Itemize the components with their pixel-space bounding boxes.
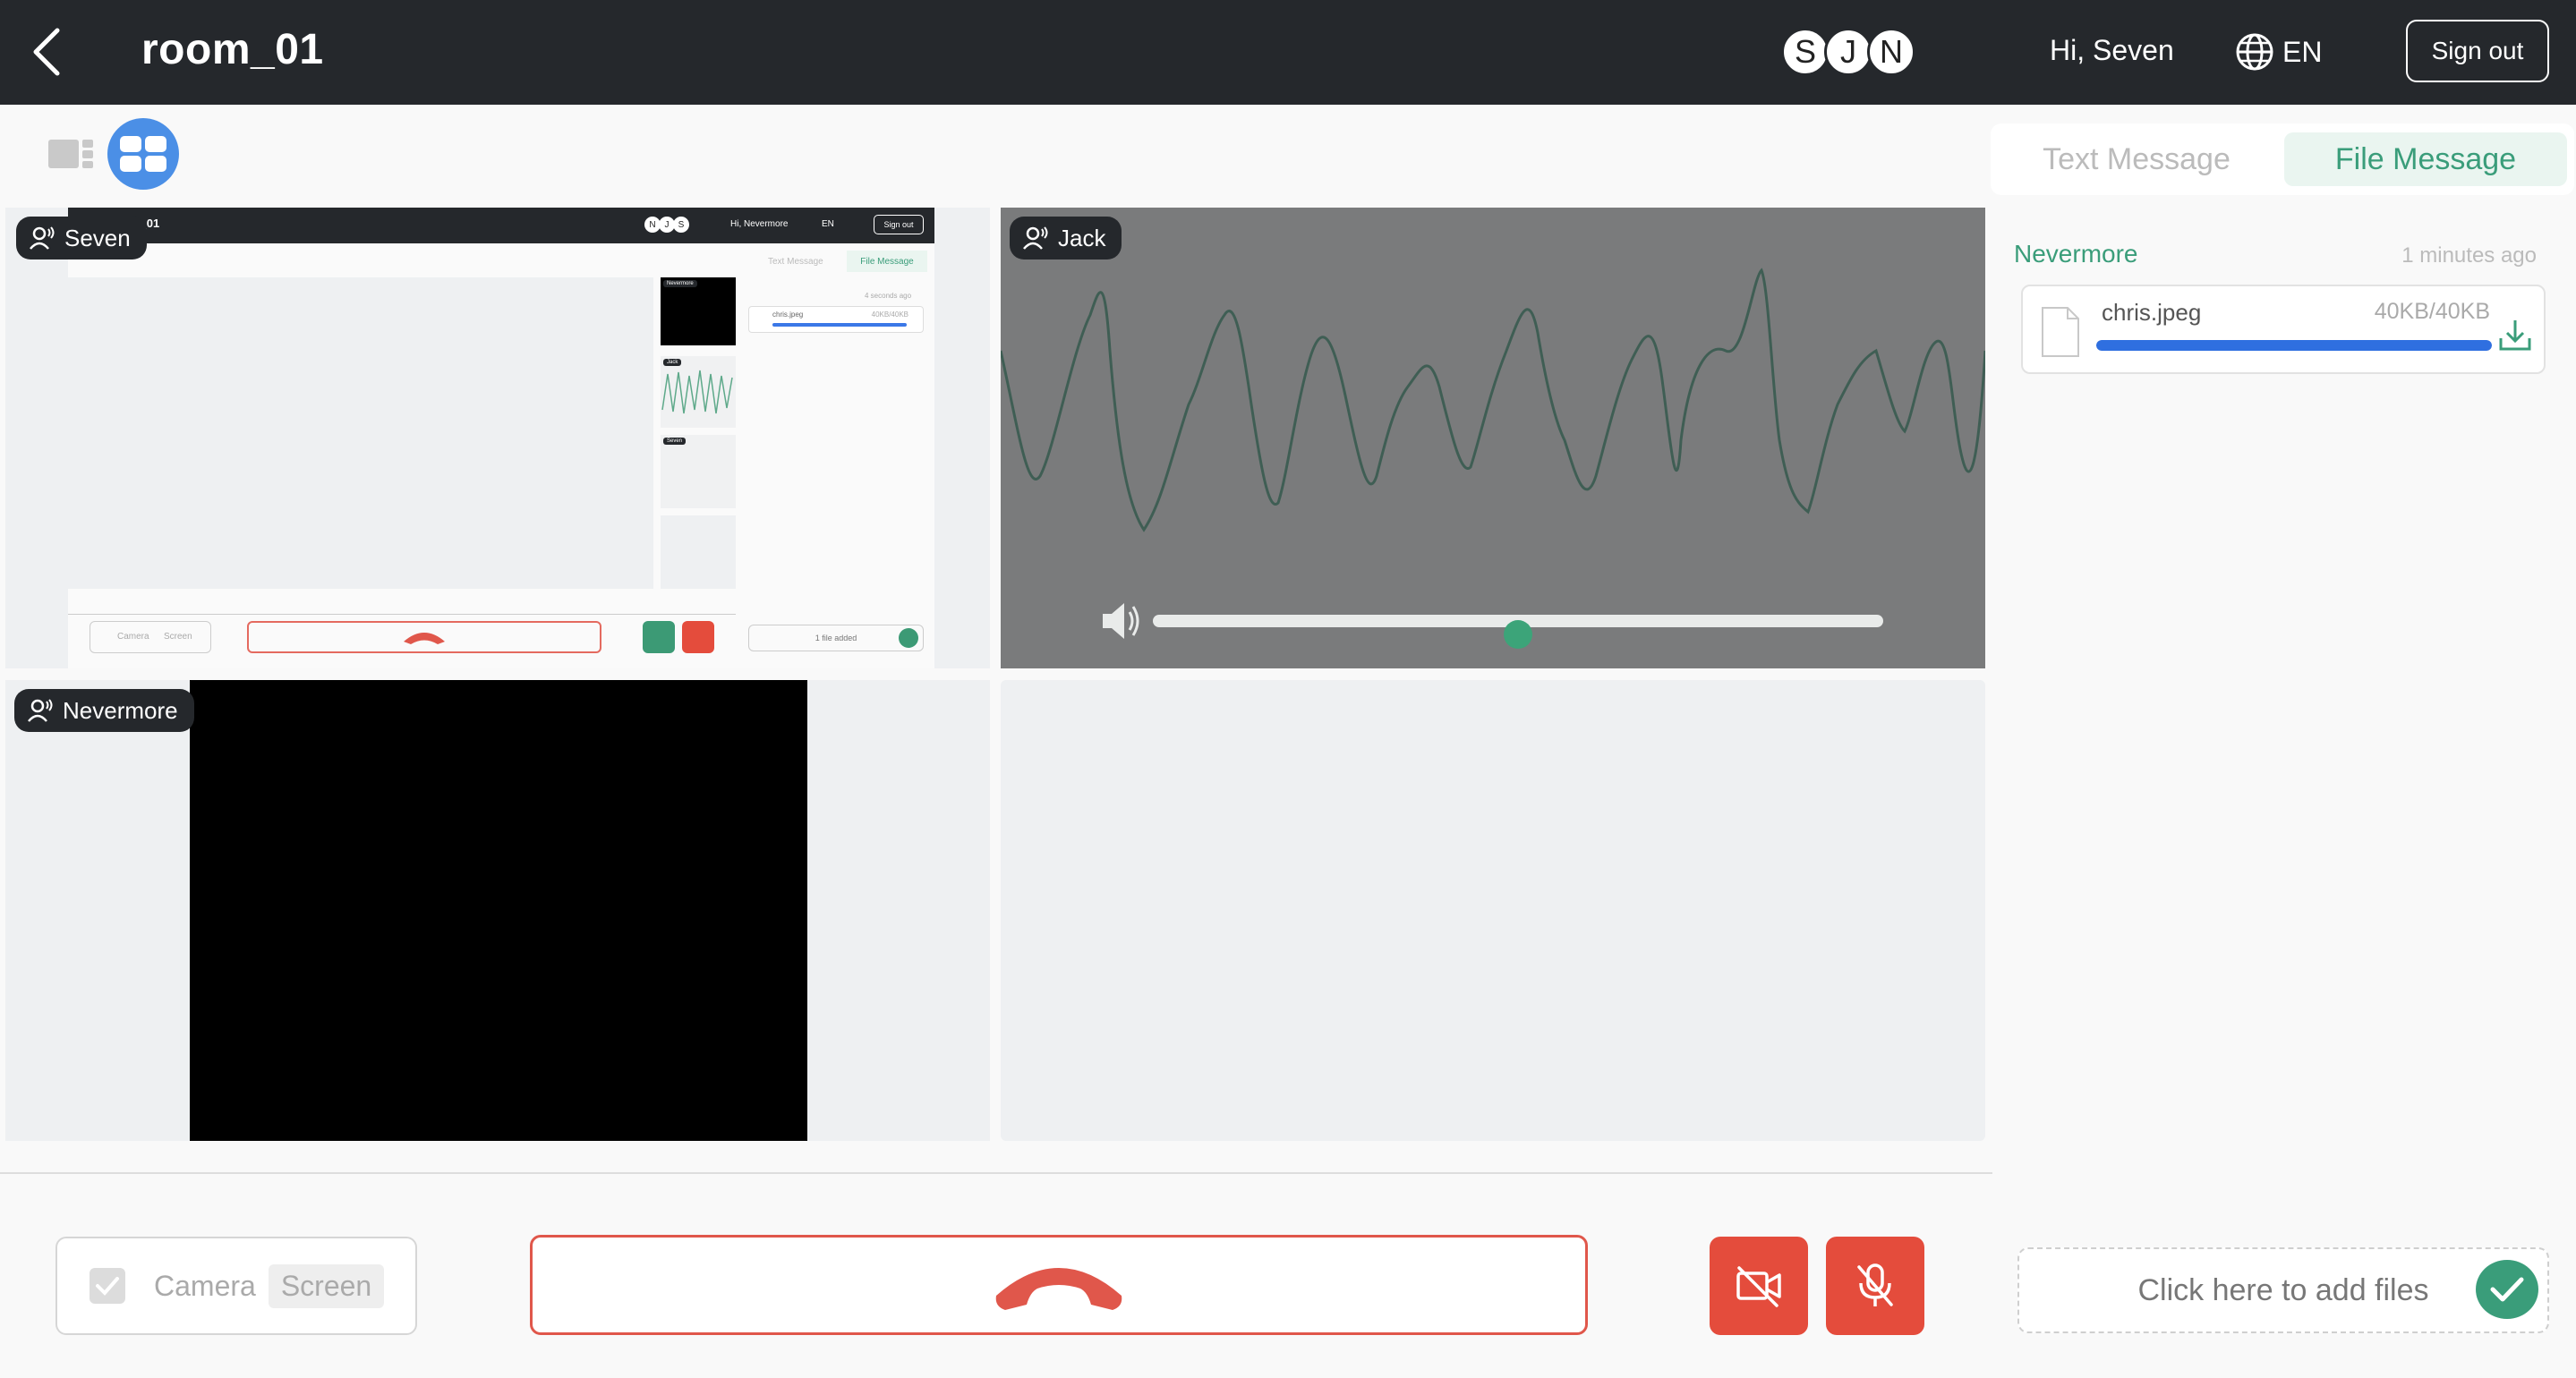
user-speaking-icon xyxy=(1023,226,1048,250)
shared-side-tile: Seven xyxy=(661,435,736,508)
mic-off-icon xyxy=(1857,1263,1893,1306)
shared-file-size: 40KB/40KB xyxy=(871,310,908,319)
screen-option[interactable]: Screen xyxy=(268,1263,385,1308)
speaker-layout-icon xyxy=(48,140,93,168)
file-message-card: chris.jpeg 40KB/40KB xyxy=(2021,285,2546,374)
shared-end-call xyxy=(247,621,601,653)
avatar[interactable]: S xyxy=(1781,28,1830,76)
avatar[interactable]: N xyxy=(1867,28,1915,76)
shared-divider xyxy=(68,614,736,615)
camera-option[interactable]: Camera xyxy=(154,1270,256,1303)
divider xyxy=(0,1172,1992,1174)
shared-chat-tabs: Text Message File Message xyxy=(748,251,927,272)
message-sender: Nevermore xyxy=(2014,240,2138,268)
file-progress-bar xyxy=(2096,340,2492,351)
video-off-icon xyxy=(1736,1266,1781,1307)
shared-side-tile: Nevermore xyxy=(661,277,736,345)
audio-waveform xyxy=(1001,268,1985,532)
shared-sign-out: Sign out xyxy=(874,215,924,234)
sign-out-button[interactable]: Sign out xyxy=(2406,20,2549,82)
language-label: EN xyxy=(2282,35,2323,68)
chat-tabs: Text Message File Message xyxy=(1991,123,2574,195)
room-title: room_01 xyxy=(141,26,324,73)
shared-time-ago: 4 seconds ago xyxy=(865,292,912,300)
shared-greeting: Hi, Nevermore xyxy=(730,219,789,229)
volume-control xyxy=(1099,601,1905,649)
tab-text-message[interactable]: Text Message xyxy=(1991,123,2282,195)
shared-tab-file: File Message xyxy=(847,251,927,272)
camera-feed xyxy=(190,680,807,1141)
shared-mic-button xyxy=(682,621,714,653)
shared-main-area xyxy=(68,277,653,589)
phone-hangup-icon xyxy=(404,633,445,644)
chevron-left-icon xyxy=(33,28,60,76)
shared-side-tile xyxy=(661,515,736,589)
shared-avatar: S xyxy=(673,217,689,233)
speaker-volume-icon[interactable] xyxy=(1099,601,1142,641)
shared-file-progress xyxy=(772,323,907,327)
shared-screen: room_01 N J S Hi, Nevermore EN Sign out … xyxy=(68,208,934,668)
language-selector[interactable]: EN xyxy=(2234,29,2322,75)
check-icon xyxy=(2490,1277,2524,1302)
top-bar: room_01 S J N Hi, Seven EN Sign out xyxy=(0,0,2576,105)
shared-add-files: 1 file added xyxy=(748,625,924,651)
participant-name: Seven xyxy=(64,224,131,251)
source-toggle: Camera Screen xyxy=(55,1237,417,1335)
shared-language: EN xyxy=(822,219,834,229)
shared-check xyxy=(899,628,918,648)
volume-slider[interactable] xyxy=(1153,615,1883,649)
download-icon[interactable] xyxy=(2497,317,2533,353)
shared-participant-badge: Nevermore xyxy=(663,280,697,287)
shared-camera-label: Camera xyxy=(117,632,149,642)
grid-layout-icon xyxy=(120,136,166,172)
file-name: chris.jpeg xyxy=(2102,299,2202,326)
shared-side-tile: Jack xyxy=(661,356,736,428)
participant-badge: Nevermore xyxy=(14,689,194,732)
add-files-dropzone[interactable]: Click here to add files xyxy=(2017,1247,2549,1333)
participant-avatars: S J N xyxy=(1781,28,1915,76)
participant-badge: Jack xyxy=(1010,217,1122,259)
shared-screen-header: room_01 N J S Hi, Nevermore EN Sign out xyxy=(68,208,934,243)
shared-source-toggle: Camera Screen xyxy=(90,621,211,653)
file-progress-fill xyxy=(2096,340,2492,351)
confirm-files-button[interactable] xyxy=(2476,1260,2538,1319)
shared-file-card: chris.jpeg 40KB/40KB xyxy=(748,306,924,333)
user-speaking-icon xyxy=(30,226,55,250)
user-speaking-icon xyxy=(28,699,53,722)
participant-name: Jack xyxy=(1058,224,1106,251)
shared-avatars: N J S xyxy=(644,217,689,233)
tab-file-message[interactable]: File Message xyxy=(2284,132,2567,186)
toggle-video-button[interactable] xyxy=(1710,1237,1808,1335)
check-icon xyxy=(96,1277,119,1296)
shared-tab-text: Text Message xyxy=(768,257,823,267)
video-tile-nevermore[interactable]: Nevermore xyxy=(5,680,990,1141)
shared-file-name: chris.jpeg xyxy=(772,310,804,319)
toggle-mic-button[interactable] xyxy=(1826,1237,1924,1335)
phone-hangup-icon xyxy=(995,1268,1122,1310)
empty-video-slot xyxy=(1001,680,1985,1141)
shared-waveform xyxy=(661,370,733,414)
shared-participant-badge: Jack xyxy=(663,359,682,366)
end-call-button[interactable] xyxy=(530,1235,1588,1335)
speaker-layout-button[interactable] xyxy=(48,136,95,172)
shared-screen-label: Screen xyxy=(164,632,192,642)
file-size: 40KB/40KB xyxy=(2374,299,2490,324)
video-tile-seven[interactable]: room_01 N J S Hi, Nevermore EN Sign out … xyxy=(5,208,990,668)
message-timestamp: 1 minutes ago xyxy=(2401,243,2537,268)
participant-badge: Seven xyxy=(16,217,147,259)
user-greeting: Hi, Seven xyxy=(2050,34,2174,66)
avatar[interactable]: J xyxy=(1824,28,1872,76)
participant-name: Nevermore xyxy=(63,696,178,724)
volume-slider-thumb[interactable] xyxy=(1504,620,1532,649)
video-tile-jack[interactable]: Jack xyxy=(1001,208,1985,668)
shared-participant-badge: Seven xyxy=(663,438,687,445)
source-checkbox[interactable] xyxy=(90,1268,125,1304)
shared-video-button xyxy=(643,621,675,653)
back-button[interactable] xyxy=(23,23,68,81)
grid-layout-button[interactable] xyxy=(107,118,179,190)
globe-icon xyxy=(2236,33,2273,71)
file-icon xyxy=(2042,307,2079,357)
